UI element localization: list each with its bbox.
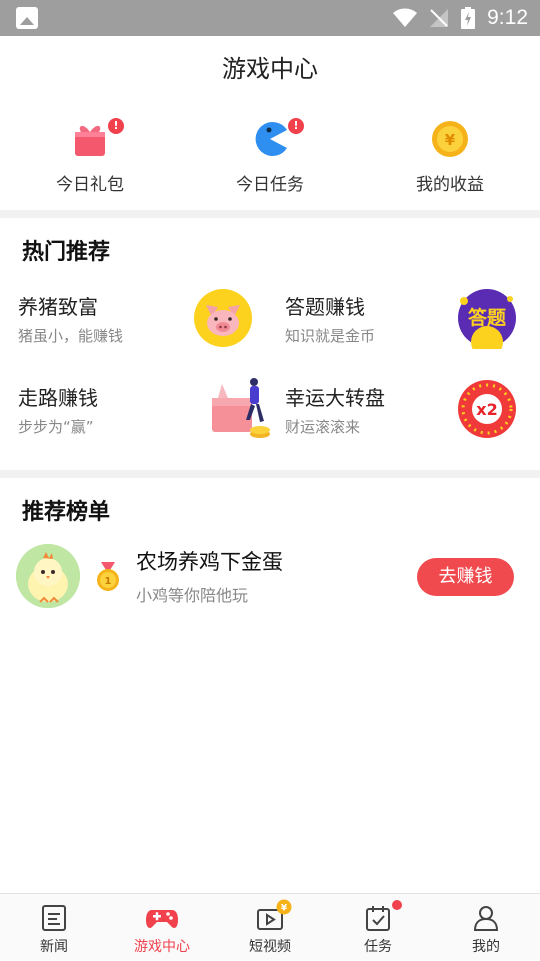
wheel-icon: x2 (458, 380, 516, 438)
tab-label: 我的 (472, 939, 500, 955)
task-icon (366, 906, 390, 931)
tab-label: 任务 (364, 939, 392, 955)
quick-item-earnings[interactable]: ¥ 我的收益 (360, 112, 540, 204)
quick-actions: ! 今日礼包 ! 今日任务 ¥ 我的收益 (0, 112, 540, 204)
walking-icon (212, 378, 270, 438)
tab-label: 短视频 (249, 939, 291, 955)
hot-item-wheel[interactable]: 幸运大转盘 财运滚滚来 x2 (285, 378, 520, 448)
quick-label-gift: 今日礼包 (56, 175, 124, 195)
pacman-icon (255, 122, 287, 156)
status-time: 9:12 (487, 6, 528, 29)
quiz-badge-text: 答题 (468, 306, 506, 329)
profile-icon (473, 906, 499, 931)
tab-short-video[interactable]: ¥ 短视频 (216, 894, 324, 961)
pig-icon (194, 289, 252, 347)
gift-icon (75, 125, 105, 156)
section-divider (0, 210, 540, 218)
quick-label-earnings: 我的收益 (416, 175, 484, 195)
quiz-icon: 答题 (458, 289, 516, 349)
coin-icon: ¥ (432, 121, 468, 157)
battery-charging-icon (461, 7, 476, 29)
tab-tasks[interactable]: 任务 (324, 894, 432, 961)
ranking-section-title: 推荐榜单 (22, 500, 111, 525)
hot-item-desc: 财运滚滚来 (285, 418, 361, 436)
hot-item-pig[interactable]: 养猪致富 猪虽小，能赚钱 (18, 287, 268, 357)
hot-item-name: 答题赚钱 (285, 295, 365, 319)
hot-item-name: 走路赚钱 (18, 386, 98, 410)
hot-section-title: 热门推荐 (22, 240, 111, 265)
wifi-icon (393, 8, 418, 27)
bottom-tab-bar: 新闻 游戏中心 ¥ 短视频 任务 我的 (0, 893, 540, 960)
earn-money-button[interactable]: 去赚钱 (417, 558, 514, 596)
chick-icon (16, 544, 80, 608)
ranking-game-title: 农场养鸡下金蛋 (136, 550, 283, 574)
no-signal-icon (430, 9, 449, 27)
tab-label: 新闻 (40, 939, 68, 955)
gamepad-icon (146, 910, 178, 928)
hot-item-quiz[interactable]: 答题赚钱 知识就是金币 答题 (285, 287, 520, 357)
page-title: 游戏中心 (222, 55, 318, 83)
quick-item-task[interactable]: ! 今日任务 (180, 112, 360, 204)
video-coin-badge-icon: ¥ (276, 899, 292, 915)
rank-number: 1 (105, 576, 112, 587)
quick-label-task: 今日任务 (236, 175, 304, 195)
hot-item-desc: 知识就是金币 (285, 327, 376, 345)
section-divider (0, 470, 540, 478)
tab-profile[interactable]: 我的 (432, 894, 540, 961)
tasks-notification-dot (392, 900, 402, 910)
ranking-game-desc: 小鸡等你陪他玩 (136, 586, 249, 605)
quick-gift-alert-badge: ! (108, 118, 124, 134)
news-icon (42, 905, 66, 931)
quick-item-gift[interactable]: ! 今日礼包 (0, 112, 180, 204)
hot-item-walk[interactable]: 走路赚钱 步步为“赢” (18, 378, 270, 448)
hot-item-name: 幸运大转盘 (285, 386, 385, 410)
rank-medal-icon: 1 (97, 562, 119, 591)
svg-text:¥: ¥ (281, 904, 288, 914)
tab-label: 游戏中心 (134, 939, 190, 955)
hot-item-desc: 猪虽小，能赚钱 (18, 327, 124, 345)
tab-news[interactable]: 新闻 (0, 894, 108, 961)
wheel-badge-text: x2 (476, 400, 497, 419)
quick-task-alert-badge: ! (288, 118, 304, 134)
tab-game-center[interactable]: 游戏中心 (108, 894, 216, 961)
hot-item-desc: 步步为“赢” (18, 418, 94, 436)
hot-item-name: 养猪致富 (18, 295, 98, 319)
gallery-notification-icon (16, 7, 38, 29)
coin-symbol: ¥ (445, 131, 456, 149)
status-bar: 9:12 (0, 0, 540, 36)
ranking-row[interactable]: 1 农场养鸡下金蛋 小鸡等你陪他玩 去赚钱 (0, 540, 540, 620)
